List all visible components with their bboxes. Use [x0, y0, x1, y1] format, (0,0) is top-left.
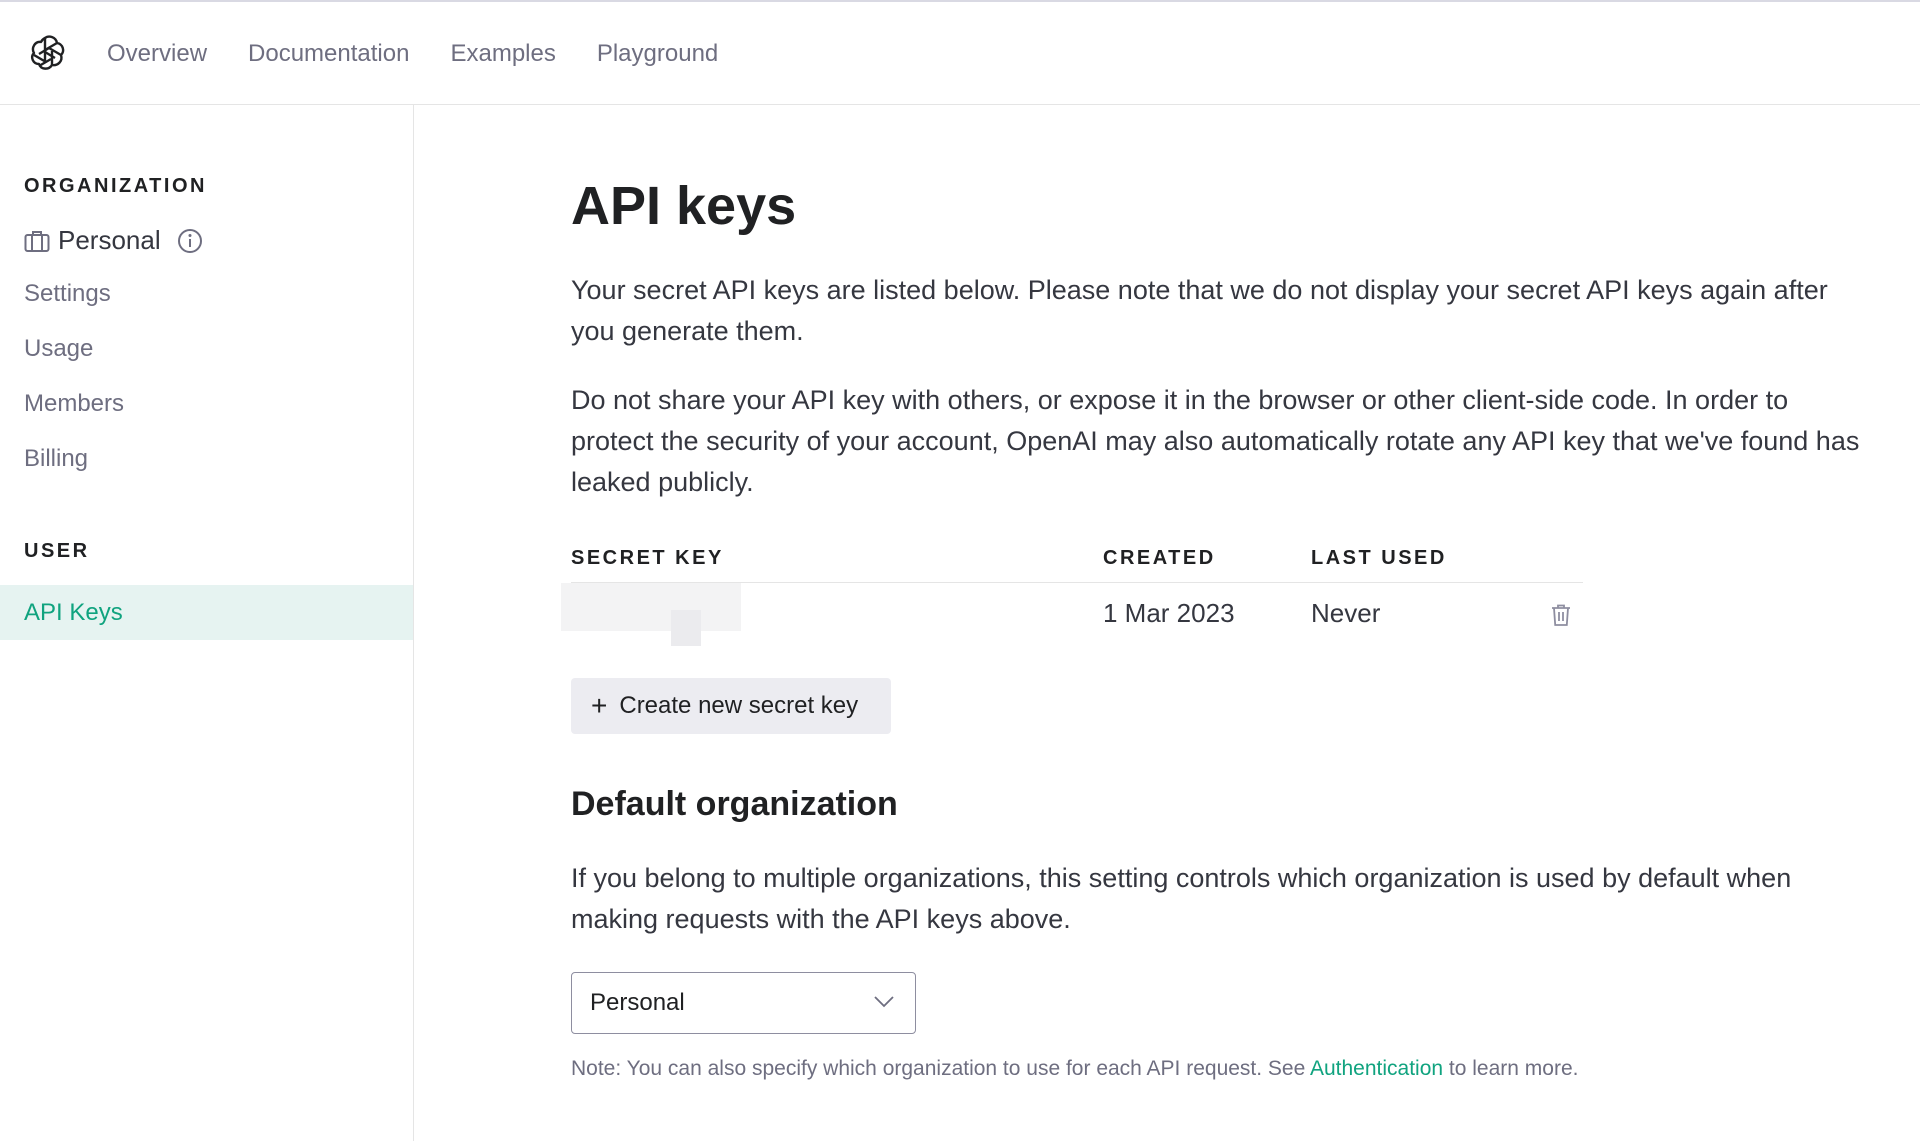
briefcase-icon: [24, 230, 50, 252]
select-value: Personal: [590, 989, 685, 1016]
user-heading: USER: [24, 540, 90, 562]
sidebar-item-settings[interactable]: Settings: [24, 280, 111, 308]
note-suffix: to learn more.: [1443, 1057, 1579, 1080]
security-paragraph: Do not share your API key with others, o…: [571, 385, 1860, 497]
redacted-secret-key: [561, 583, 741, 631]
sidebar-item-billing[interactable]: Billing: [24, 445, 88, 473]
top-navigation-bar: Overview Documentation Examples Playgrou…: [0, 0, 1920, 105]
default-organization-title: Default organization: [571, 785, 898, 823]
note-prefix: Note: You can also specify which organiz…: [571, 1057, 1310, 1080]
plus-icon: +: [591, 690, 608, 721]
organization-name: Personal: [58, 225, 161, 255]
chevron-down-icon: [874, 996, 894, 1008]
main-nav: Overview Documentation Examples Playgrou…: [107, 40, 759, 68]
info-icon[interactable]: [177, 228, 203, 254]
nav-documentation[interactable]: Documentation: [248, 40, 409, 68]
redacted-secret-key-fragment: [671, 610, 701, 646]
organization-note: Note: You can also specify which organiz…: [571, 1057, 1578, 1081]
sidebar-item-usage[interactable]: Usage: [24, 335, 93, 363]
nav-overview[interactable]: Overview: [107, 40, 207, 68]
openai-logo-icon[interactable]: [24, 32, 66, 74]
organization-heading: ORGANIZATION: [24, 175, 207, 197]
organization-selector[interactable]: Personal: [24, 225, 203, 256]
column-header-created: CREATED: [1103, 547, 1216, 569]
nav-examples[interactable]: Examples: [450, 40, 555, 68]
sidebar-item-api-keys[interactable]: API Keys: [0, 585, 413, 640]
nav-playground[interactable]: Playground: [597, 40, 718, 68]
column-header-last-used: LAST USED: [1311, 547, 1447, 569]
created-date: 1 Mar 2023: [1103, 598, 1235, 628]
create-secret-key-label: Create new secret key: [619, 692, 859, 719]
default-organization-description: If you belong to multiple organizations,…: [571, 863, 1792, 934]
trash-icon[interactable]: [1550, 603, 1572, 627]
sidebar-item-members[interactable]: Members: [24, 390, 124, 418]
authentication-link[interactable]: Authentication: [1310, 1057, 1443, 1080]
default-organization-select[interactable]: Personal: [571, 972, 916, 1034]
column-header-secret-key: SECRET KEY: [571, 547, 724, 569]
page-title: API keys: [571, 176, 797, 236]
sidebar: ORGANIZATION Personal Settings Usage Mem…: [0, 105, 414, 1141]
last-used: Never: [1311, 598, 1381, 628]
intro-paragraph: Your secret API keys are listed below. P…: [571, 275, 1828, 346]
create-secret-key-button[interactable]: + Create new secret key: [571, 678, 891, 734]
